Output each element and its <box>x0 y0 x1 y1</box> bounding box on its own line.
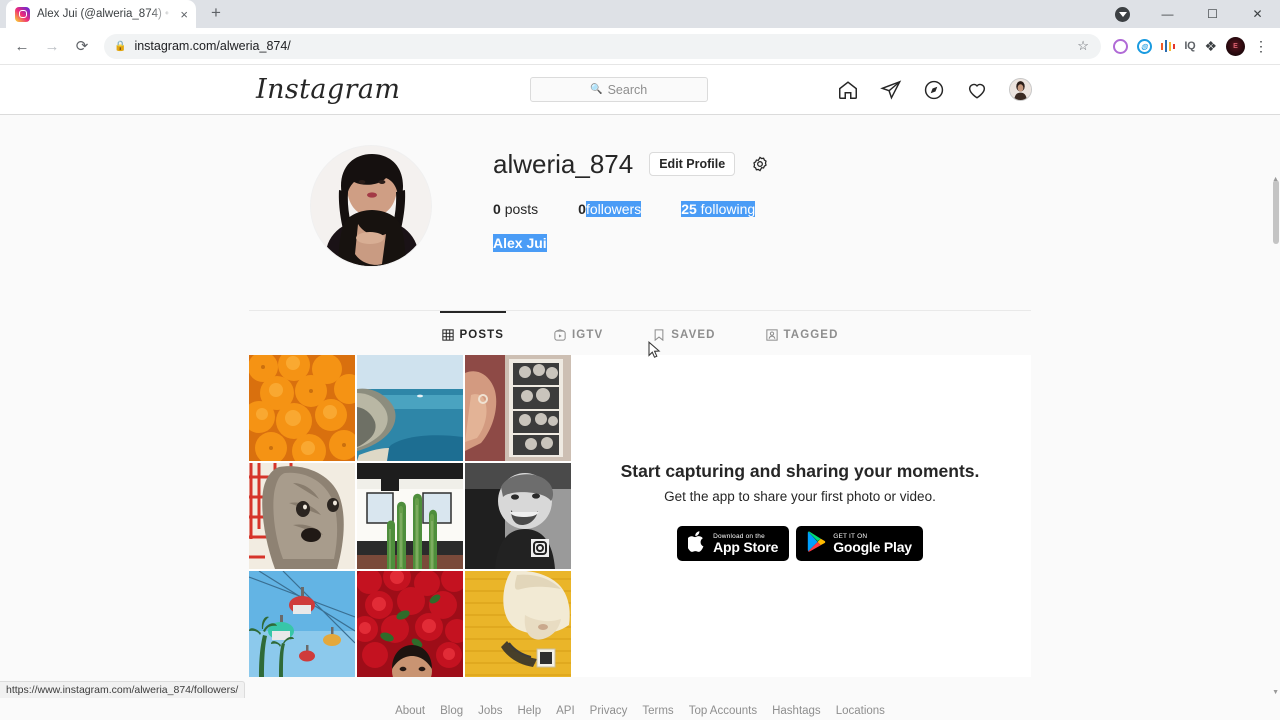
scrollbar-thumb[interactable] <box>1273 180 1279 244</box>
minimize-button[interactable]: — <box>1145 0 1190 28</box>
browser-menu-icon[interactable]: ⋮ <box>1254 38 1268 53</box>
profile-tabs: POSTS IGTV SAVED TAGGED <box>249 310 1031 355</box>
instagram-icon <box>15 6 30 22</box>
google-play-label: Google Play <box>833 538 912 555</box>
empty-state: Start capturing and sharing your moments… <box>569 355 1031 677</box>
footer-link[interactable]: Locations <box>836 705 885 717</box>
tab-tagged[interactable]: TAGGED <box>765 329 839 355</box>
browser-toolbar: ← → ⟳ 🔒 instagram.com/alweria_874/ ☆ ◍ I… <box>0 28 1280 65</box>
blue-circle-extension-icon[interactable]: ◍ <box>1136 38 1152 54</box>
apple-logo-icon <box>686 530 706 557</box>
empty-state-subtext: Get the app to share your first photo or… <box>664 489 936 504</box>
profile-body: Start capturing and sharing your moments… <box>249 355 1031 677</box>
photo-grid <box>249 355 571 677</box>
google-play-icon <box>807 530 826 557</box>
instagram-logo[interactable]: Instagram <box>256 74 400 105</box>
tab-label: TAGGED <box>783 329 839 341</box>
url-text: instagram.com/alweria_874/ <box>134 39 291 53</box>
chat-extension-icon[interactable] <box>1112 38 1128 54</box>
footer-link[interactable]: Privacy <box>590 705 628 717</box>
explore-compass-icon[interactable] <box>923 79 945 101</box>
empty-state-heading: Start capturing and sharing your moments… <box>620 461 980 481</box>
puzzle-extensions-icon[interactable]: ❖ <box>1204 38 1217 55</box>
extensions-area: ◍ IQ ❖ E ⋮ <box>1109 36 1272 56</box>
search-icon: 🔍 <box>590 84 603 95</box>
tab-title: Alex Jui (@alweria_874) • Instagr... <box>37 8 171 20</box>
download-icon[interactable] <box>1100 0 1145 28</box>
new-tab-button[interactable]: + <box>202 0 230 27</box>
tab-label: SAVED <box>671 329 716 341</box>
maximize-button[interactable]: ☐ <box>1190 0 1235 28</box>
app-store-label: App Store <box>713 538 779 555</box>
close-icon[interactable]: × <box>178 6 190 23</box>
back-button[interactable]: ← <box>8 32 36 60</box>
google-play-button[interactable]: GET IT ON Google Play <box>796 526 923 561</box>
tab-igtv[interactable]: IGTV <box>554 329 603 355</box>
app-store-button[interactable]: Download on the App Store <box>677 526 790 561</box>
profile-avatar-icon[interactable] <box>1008 78 1032 101</box>
username-row: alweria_874 Edit Profile <box>493 151 1031 177</box>
forward-button[interactable]: → <box>38 32 66 60</box>
footer-links: About Blog Jobs Help API Privacy Terms T… <box>249 705 1031 717</box>
instagram-nav <box>837 78 1032 101</box>
photo-photobooth-strip[interactable] <box>465 355 571 461</box>
window-controls: — ☐ ✕ <box>1100 0 1280 28</box>
app-badges: Download on the App Store GET IT ON Goog… <box>677 526 923 561</box>
iq-extension-icon[interactable]: IQ <box>1184 40 1195 52</box>
browser-profile-avatar-icon[interactable]: E <box>1226 36 1245 56</box>
photo-red-flowers[interactable] <box>357 571 463 677</box>
browser-tab-strip: Alex Jui (@alweria_874) • Instagr... × +… <box>0 0 1280 28</box>
scroll-up-arrow-icon[interactable]: ▲ <box>1272 176 1279 183</box>
footer-link[interactable]: Top Accounts <box>689 705 757 717</box>
photo-coastal-cliff[interactable] <box>357 355 463 461</box>
page-title: alweria_874 <box>493 149 634 179</box>
photo-cat-yellow[interactable] <box>465 571 571 677</box>
browser-tab[interactable]: Alex Jui (@alweria_874) • Instagr... × <box>6 0 196 28</box>
instagram-header: Instagram 🔍 Search <box>0 65 1280 115</box>
footer-link[interactable]: Hashtags <box>772 705 821 717</box>
gear-icon[interactable] <box>751 155 769 173</box>
profile-stats: 0 posts 0followers 25 following <box>493 201 1031 217</box>
analytics-bars-extension-icon[interactable] <box>1160 40 1176 53</box>
status-bar: https://www.instagram.com/alweria_874/fo… <box>0 681 246 698</box>
activity-heart-icon[interactable] <box>966 79 988 101</box>
close-window-button[interactable]: ✕ <box>1235 0 1280 28</box>
profile-picture[interactable] <box>310 145 432 267</box>
search-input[interactable]: 🔍 Search <box>529 77 708 102</box>
footer-link[interactable]: Help <box>517 705 541 717</box>
page-scrollbar[interactable]: ▲ ▼ <box>1272 176 1280 698</box>
instagram-page: alweria_874 Edit Profile 0 posts 0follow… <box>0 115 1280 717</box>
profile-full-name: Alex Jui <box>493 234 547 252</box>
search-placeholder: Search <box>607 82 648 97</box>
browser-window: Alex Jui (@alweria_874) • Instagr... × +… <box>0 0 1280 720</box>
tab-label: POSTS <box>459 329 504 341</box>
stat-posts[interactable]: 0 posts <box>493 201 538 217</box>
tab-posts[interactable]: POSTS <box>439 311 507 355</box>
scroll-down-arrow-icon[interactable]: ▼ <box>1272 689 1279 696</box>
footer-link[interactable]: Terms <box>642 705 673 717</box>
profile-header: alweria_874 Edit Profile 0 posts 0follow… <box>249 115 1031 267</box>
bookmark-star-icon[interactable]: ☆ <box>1077 38 1091 54</box>
photo-cactus-building[interactable] <box>357 463 463 569</box>
footer-link[interactable]: About <box>395 705 425 717</box>
edit-profile-button[interactable]: Edit Profile <box>649 151 736 177</box>
footer-link[interactable]: Jobs <box>478 705 502 717</box>
stat-following[interactable]: 25 following <box>681 201 756 217</box>
address-bar[interactable]: 🔒 instagram.com/alweria_874/ ☆ <box>104 33 1101 59</box>
photo-sky-ride[interactable] <box>249 571 355 677</box>
photo-baby-bw[interactable] <box>465 463 571 569</box>
direct-messages-icon[interactable] <box>880 79 902 101</box>
tab-saved[interactable]: SAVED <box>653 329 715 355</box>
reload-button[interactable]: ⟳ <box>68 32 96 60</box>
photo-oranges[interactable] <box>249 355 355 461</box>
footer-link[interactable]: API <box>556 705 575 717</box>
lock-icon: 🔒 <box>114 40 127 52</box>
home-icon[interactable] <box>837 79 859 101</box>
stat-followers[interactable]: 0followers <box>578 201 642 217</box>
tab-label: IGTV <box>572 329 604 341</box>
footer-link[interactable]: Blog <box>440 705 463 717</box>
photo-fluffy-dog[interactable] <box>249 463 355 569</box>
